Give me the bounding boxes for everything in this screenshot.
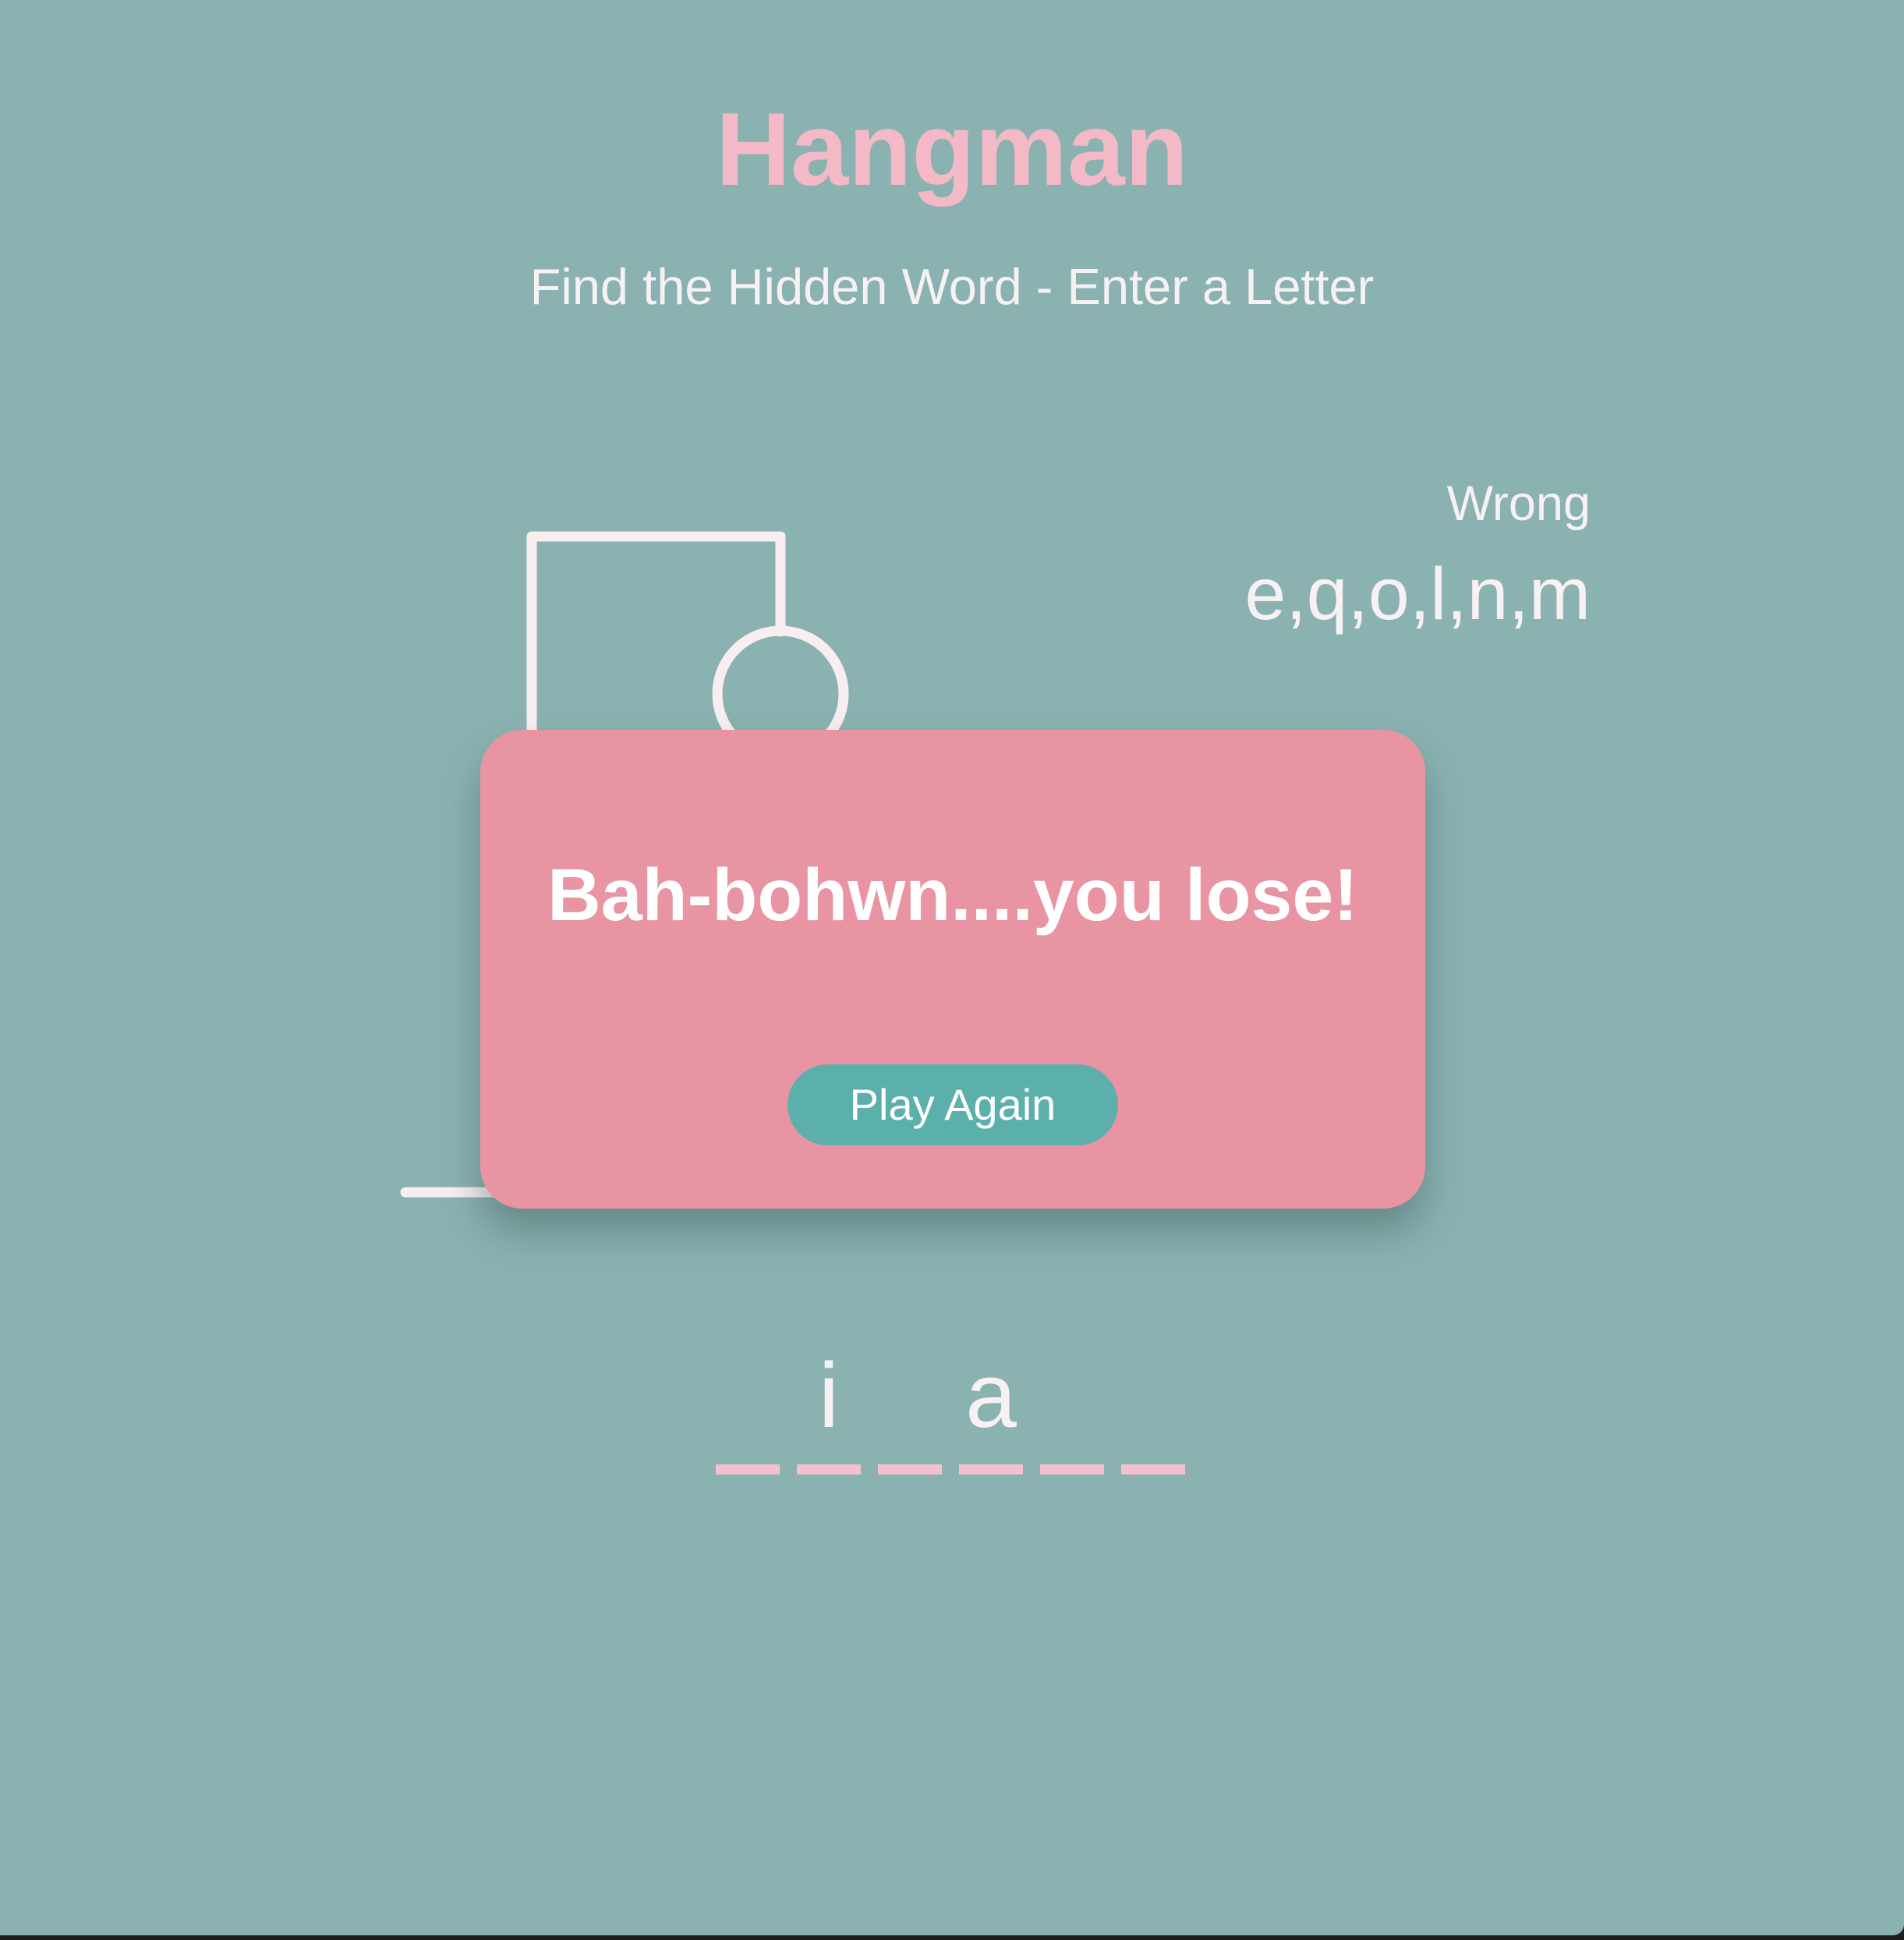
slot-underline: [1040, 1464, 1104, 1474]
slot-letter: a: [965, 1344, 1017, 1447]
window-bottom-edge: [0, 1935, 1904, 1940]
letter-slot: [716, 1341, 780, 1482]
game-page: Hangman Find the Hidden Word - Enter a L…: [0, 0, 1904, 1935]
letter-slot: a: [959, 1341, 1023, 1482]
play-again-button[interactable]: Play Again: [787, 1064, 1118, 1145]
letter-slot: [1121, 1341, 1185, 1482]
letter-slot: i: [797, 1341, 861, 1482]
slot-underline: [959, 1464, 1023, 1474]
game-over-popup: Bah-bohwn....you lose! Play Again: [480, 730, 1425, 1209]
slot-underline: [878, 1464, 942, 1474]
slot-underline: [1121, 1464, 1185, 1474]
slot-underline: [716, 1464, 780, 1474]
slot-underline: [797, 1464, 861, 1474]
wrong-label: Wrong: [1446, 476, 1591, 531]
lose-message: Bah-bohwn....you lose!: [547, 854, 1358, 936]
wrong-letters: e,q,o,l,n,m: [1244, 553, 1591, 635]
slot-letter: i: [818, 1344, 840, 1447]
letter-slot: [1040, 1341, 1104, 1482]
letter-slot: [878, 1341, 942, 1482]
